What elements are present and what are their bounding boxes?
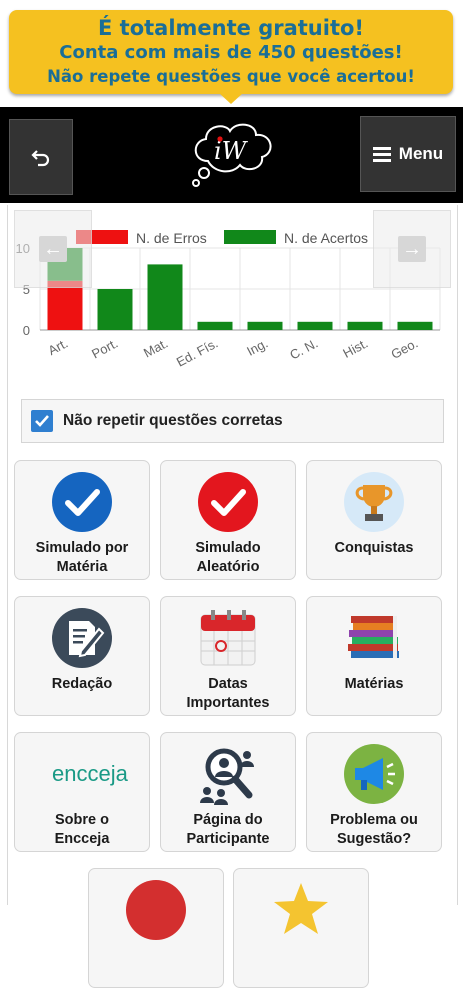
x-tick-label: Ing. xyxy=(244,335,270,358)
star-icon xyxy=(274,883,328,934)
bar-n-de-acertos xyxy=(197,321,233,330)
tile-label: Simulado Aleatório xyxy=(195,540,261,575)
no-repeat-label: Não repetir questões corretas xyxy=(63,412,283,429)
encceja-logo: encceja xyxy=(52,761,129,786)
legend-swatch-acertos xyxy=(224,230,276,244)
calendar-icon xyxy=(200,610,256,666)
legend-label-erros: N. de Erros xyxy=(136,230,207,246)
bar-n-de-acertos xyxy=(297,321,333,330)
tile-label: Sobre o Encceja xyxy=(54,812,110,847)
books-icon xyxy=(348,616,399,658)
banner-line-3: Não repete questões que você acertou! xyxy=(47,67,415,86)
x-tick-label: Ed. Fís. xyxy=(174,335,221,369)
tile-label: Simulado por Matéria xyxy=(35,540,129,575)
hamburger-icon xyxy=(372,144,391,165)
trophy-icon xyxy=(344,472,404,532)
tile-label: Página do Participante xyxy=(186,812,270,847)
bar-n-de-erros xyxy=(47,280,83,330)
megaphone-icon xyxy=(344,744,404,804)
tile-simulado-aleatorio[interactable]: Simulado Aleatório xyxy=(160,460,296,580)
iw-logo: iW xyxy=(192,123,272,187)
x-tick-label: C. N. xyxy=(287,335,320,362)
edit-document-icon xyxy=(52,608,112,668)
promo-banner: É totalmente gratuito! Conta com mais de… xyxy=(9,10,453,104)
bar-n-de-acertos xyxy=(347,321,383,330)
bar-n-de-acertos xyxy=(247,321,283,330)
bar-n-de-acertos xyxy=(147,264,183,330)
tile-label: Conquistas xyxy=(334,540,414,556)
tile-label: Datas Importantes xyxy=(186,676,270,711)
tile-sobre-encceja[interactable]: encceja Sobre o Encceja xyxy=(14,732,150,852)
y-tick-label: 0 xyxy=(23,323,30,338)
banner-line-1: É totalmente gratuito! xyxy=(98,16,364,40)
chart-prev-button[interactable]: ← xyxy=(14,210,92,288)
svg-text:encceja: encceja xyxy=(52,761,129,786)
checkmark-icon xyxy=(35,415,49,427)
tile-conquistas[interactable]: Conquistas xyxy=(306,460,442,580)
participant-search-icon xyxy=(200,748,254,805)
tile-datas-importantes[interactable]: Datas Importantes xyxy=(160,596,296,716)
arrow-right-icon: → xyxy=(398,236,426,262)
no-repeat-option[interactable]: Não repetir questões corretas xyxy=(21,399,444,443)
arrow-left-icon: ← xyxy=(39,236,67,262)
tile-partial-left[interactable] xyxy=(88,868,224,988)
x-tick-label: Port. xyxy=(89,335,120,361)
tile-simulado-materia[interactable]: Simulado por Matéria xyxy=(14,460,150,580)
undo-arrow-icon xyxy=(31,150,50,167)
tile-partial-right[interactable] xyxy=(233,868,369,988)
tile-pagina-participante[interactable]: Página do Participante xyxy=(160,732,296,852)
tile-redacao[interactable]: Redação xyxy=(14,596,150,716)
tile-label: Redação xyxy=(51,676,113,692)
tile-materias[interactable]: Matérias xyxy=(306,596,442,716)
menu-button[interactable]: Menu xyxy=(360,116,456,192)
x-tick-label: Art. xyxy=(46,335,71,358)
check-circle-red-icon xyxy=(198,472,258,532)
tile-problema-sugestao[interactable]: Problema ou Sugestão? xyxy=(306,732,442,852)
tile-label: Problema ou Sugestão? xyxy=(330,812,418,847)
x-tick-label: Geo. xyxy=(388,335,420,361)
menu-label: Menu xyxy=(398,144,444,163)
legend-label-acertos: N. de Acertos xyxy=(284,230,368,246)
back-button[interactable] xyxy=(9,119,73,195)
chart-next-button[interactable]: → xyxy=(373,210,451,288)
banner-line-2: Conta com mais de 450 questões! xyxy=(59,42,403,63)
no-repeat-checkbox[interactable] xyxy=(31,410,53,432)
check-circle-blue-icon xyxy=(52,472,112,532)
x-tick-label: Hist. xyxy=(340,335,370,360)
bar-n-de-acertos xyxy=(97,289,133,330)
app-header: iW Menu xyxy=(0,107,463,203)
bar-n-de-acertos xyxy=(397,321,433,330)
tile-label: Matérias xyxy=(344,676,404,692)
alert-icon xyxy=(126,880,186,940)
x-tick-label: Mat. xyxy=(141,335,170,360)
